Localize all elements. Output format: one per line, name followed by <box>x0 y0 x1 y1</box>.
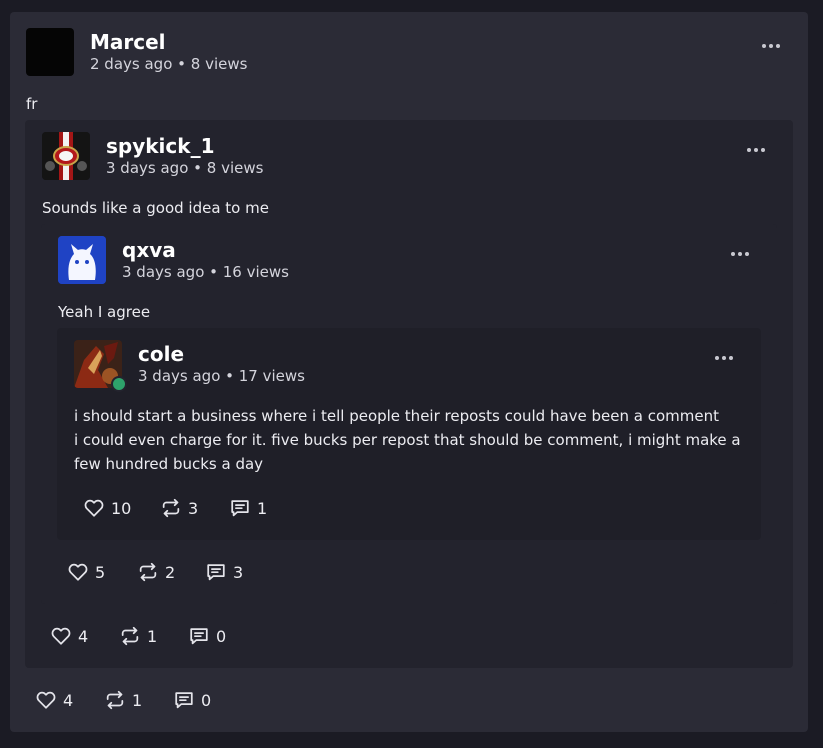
repost-card-cole[interactable]: cole 3 days ago • 17 views i should star… <box>57 328 761 540</box>
more-options-icon[interactable] <box>747 143 771 157</box>
post-meta: 2 days ago • 8 views <box>90 55 248 73</box>
like-count: 4 <box>78 626 89 646</box>
repost-count: 3 <box>188 498 199 518</box>
post-meta: 3 days ago • 17 views <box>138 367 305 385</box>
post-text: fr <box>26 95 38 113</box>
repost-count: 1 <box>132 690 143 710</box>
niners-logo-avatar <box>42 132 90 180</box>
comment-icon <box>188 625 210 647</box>
heart-icon <box>50 625 72 647</box>
comment-count: 3 <box>233 562 244 582</box>
post-text-line: i should start a business where i tell p… <box>74 407 720 425</box>
repost-icon <box>137 561 159 583</box>
post-meta: 3 days ago • 8 views <box>106 159 264 177</box>
cat-avatar <box>58 236 106 284</box>
like-button[interactable]: 5 <box>67 560 105 584</box>
like-button[interactable]: 10 <box>83 496 131 520</box>
like-count: 5 <box>95 562 106 582</box>
comment-count: 0 <box>201 690 212 710</box>
comment-button[interactable]: 3 <box>205 560 243 584</box>
like-button[interactable]: 4 <box>35 688 73 712</box>
comment-icon <box>229 497 251 519</box>
repost-button[interactable]: 1 <box>104 688 142 712</box>
like-count: 4 <box>63 690 74 710</box>
repost-count: 1 <box>147 626 158 646</box>
like-count: 10 <box>111 498 132 518</box>
repost-card-qxva[interactable]: qxva 3 days ago • 16 views Yeah I agree … <box>41 224 777 604</box>
more-options-icon[interactable] <box>715 351 739 365</box>
avatar-qxva[interactable] <box>58 236 106 284</box>
comment-icon <box>173 689 195 711</box>
comment-button[interactable]: 0 <box>188 624 226 648</box>
more-options-icon[interactable] <box>762 39 786 53</box>
author-name[interactable]: cole <box>138 342 184 366</box>
author-name[interactable]: Marcel <box>90 30 166 54</box>
post-text: Sounds like a good idea to me <box>42 199 269 217</box>
heart-icon <box>83 497 105 519</box>
comment-count: 1 <box>257 498 268 518</box>
author-name[interactable]: spykick_1 <box>106 134 215 158</box>
avatar-spykick[interactable] <box>42 132 90 180</box>
comment-button[interactable]: 1 <box>229 496 267 520</box>
repost-card-spykick[interactable]: spykick_1 3 days ago • 8 views Sounds li… <box>25 120 793 668</box>
comment-button[interactable]: 0 <box>173 688 211 712</box>
comment-count: 0 <box>216 626 227 646</box>
more-options-icon[interactable] <box>731 247 755 261</box>
heart-icon <box>35 689 57 711</box>
repost-icon <box>160 497 182 519</box>
post-text: Yeah I agree <box>58 303 151 321</box>
repost-count: 2 <box>165 562 176 582</box>
repost-button[interactable]: 3 <box>160 496 198 520</box>
online-status-dot <box>111 376 127 392</box>
repost-button[interactable]: 1 <box>119 624 157 648</box>
post-card: Marcel 2 days ago • 8 views fr spykick_1… <box>10 12 808 732</box>
post-text: i should start a business where i tell p… <box>74 404 754 476</box>
post-text-line: i could even charge for it. five bucks p… <box>74 431 741 473</box>
avatar-marcel[interactable] <box>26 28 74 76</box>
post-meta: 3 days ago • 16 views <box>122 263 289 281</box>
heart-icon <box>67 561 89 583</box>
comment-icon <box>205 561 227 583</box>
repost-icon <box>104 689 126 711</box>
repost-button[interactable]: 2 <box>137 560 175 584</box>
repost-icon <box>119 625 141 647</box>
author-name[interactable]: qxva <box>122 238 176 262</box>
like-button[interactable]: 4 <box>50 624 88 648</box>
